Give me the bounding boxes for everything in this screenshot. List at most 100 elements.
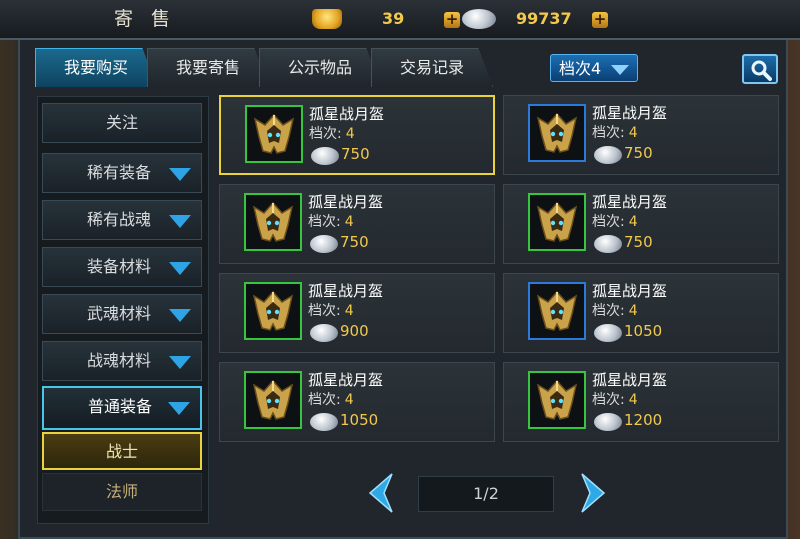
item-tier: 档次: 4 bbox=[592, 300, 638, 320]
search-icon bbox=[751, 60, 772, 81]
prev-page-button[interactable] bbox=[366, 472, 396, 514]
item-listing[interactable]: 孤星战月盔档次: 4 750 bbox=[219, 184, 495, 264]
category-equipment-materials[interactable]: 装备材料 bbox=[42, 247, 202, 287]
item-name: 孤星战月盔 bbox=[308, 193, 384, 211]
silver-coin-icon bbox=[594, 413, 622, 431]
tab-trade-history[interactable]: 交易记录 bbox=[371, 48, 493, 87]
helmet-icon bbox=[536, 201, 578, 242]
item-tier-value: 4 bbox=[628, 214, 638, 230]
subcategory-warrior[interactable]: 战士 bbox=[42, 432, 202, 470]
category-common-equipment[interactable]: 普通装备 bbox=[42, 386, 202, 430]
silver-amount: 99737 bbox=[516, 9, 572, 28]
item-name: 孤星战月盔 bbox=[592, 104, 668, 122]
item-price: 900 bbox=[340, 322, 369, 340]
category-rare-soul[interactable]: 稀有战魂 bbox=[42, 200, 202, 240]
silver-coin-icon bbox=[594, 146, 622, 164]
window-title: 寄 售 bbox=[113, 8, 177, 30]
tab-public-items[interactable]: 公示物品 bbox=[259, 48, 381, 87]
add-silver-button[interactable]: + bbox=[592, 12, 608, 28]
silver-coin-icon bbox=[311, 147, 339, 165]
category-label: 稀有战魂 bbox=[87, 210, 152, 229]
item-tier-prefix: 档次: bbox=[592, 392, 625, 408]
item-tier: 档次: 4 bbox=[308, 300, 354, 320]
helmet-icon bbox=[536, 290, 578, 331]
tab-buy[interactable]: 我要购买 bbox=[35, 48, 157, 87]
item-icon-frame bbox=[528, 371, 586, 429]
item-name: 孤星战月盔 bbox=[592, 371, 668, 389]
add-gold-button[interactable]: + bbox=[444, 12, 460, 28]
item-icon-frame bbox=[244, 193, 302, 251]
category-martial-soul-materials[interactable]: 武魂材料 bbox=[42, 294, 202, 334]
follow-button[interactable]: 关注 bbox=[42, 103, 202, 143]
item-name: 孤星战月盔 bbox=[309, 105, 385, 123]
helmet-icon bbox=[252, 201, 294, 242]
silver-coin-icon bbox=[594, 235, 622, 253]
item-tier-value: 4 bbox=[628, 125, 638, 141]
item-listing[interactable]: 孤星战月盔 档次: 4 750 bbox=[219, 95, 495, 175]
item-tier-prefix: 档次: bbox=[308, 214, 341, 230]
helmet-icon bbox=[253, 113, 295, 154]
item-tier-prefix: 档次: bbox=[592, 214, 625, 230]
silver-ingot-icon bbox=[462, 9, 496, 29]
silver-coin-icon bbox=[594, 324, 622, 342]
chevron-down-icon bbox=[169, 168, 191, 181]
item-tier-prefix: 档次: bbox=[308, 392, 341, 408]
item-listing[interactable]: 孤星战月盔档次: 4 750 bbox=[503, 184, 779, 264]
item-listing[interactable]: 孤星战月盔 档次: 4 1050 bbox=[219, 362, 495, 442]
item-tier-value: 4 bbox=[628, 392, 638, 408]
item-tier-value: 4 bbox=[344, 214, 354, 230]
helmet-icon bbox=[536, 379, 578, 420]
item-price: 750 bbox=[624, 144, 653, 162]
item-price: 750 bbox=[624, 233, 653, 251]
next-page-button[interactable] bbox=[578, 472, 608, 514]
category-rare-equipment[interactable]: 稀有装备 bbox=[42, 153, 202, 193]
tier-dropdown[interactable]: 档次4 bbox=[550, 54, 638, 82]
category-label: 武魂材料 bbox=[87, 304, 152, 323]
item-tier-prefix: 档次: bbox=[592, 125, 625, 141]
item-listing[interactable]: 孤星战月盔 档次: 4 1200 bbox=[503, 362, 779, 442]
item-tier: 档次: 4 bbox=[592, 122, 638, 142]
chevron-down-icon bbox=[169, 262, 191, 275]
item-icon-frame bbox=[244, 282, 302, 340]
item-tier: 档次: 4 bbox=[309, 123, 355, 143]
item-listing[interactable]: 孤星战月盔 档次: 4 1050 bbox=[503, 273, 779, 353]
item-listing[interactable]: 孤星战月盔 档次: 4 750 bbox=[503, 95, 779, 175]
silver-coin-icon bbox=[310, 413, 338, 431]
gold-ingot-icon bbox=[312, 9, 342, 29]
category-label: 普通装备 bbox=[88, 397, 153, 416]
silver-coin-icon bbox=[310, 235, 338, 253]
item-tier: 档次: 4 bbox=[308, 389, 354, 409]
item-price: 1050 bbox=[340, 411, 379, 429]
item-tier-prefix: 档次: bbox=[308, 303, 341, 319]
item-price: 1200 bbox=[624, 411, 663, 429]
item-icon-frame bbox=[528, 193, 586, 251]
item-tier-value: 4 bbox=[344, 392, 354, 408]
item-price: 750 bbox=[341, 145, 370, 163]
item-name: 孤星战月盔 bbox=[308, 282, 384, 300]
item-price: 750 bbox=[340, 233, 369, 251]
chevron-down-icon bbox=[168, 402, 190, 415]
item-icon-frame bbox=[245, 105, 303, 163]
category-label: 战魂材料 bbox=[87, 351, 152, 370]
category-battle-soul-materials[interactable]: 战魂材料 bbox=[42, 341, 202, 381]
search-button[interactable] bbox=[742, 54, 778, 84]
helmet-icon bbox=[252, 379, 294, 420]
item-tier-prefix: 档次: bbox=[309, 126, 342, 142]
item-icon-frame bbox=[528, 282, 586, 340]
tab-sell[interactable]: 我要寄售 bbox=[147, 48, 269, 87]
item-name: 孤星战月盔 bbox=[308, 371, 384, 389]
item-listing[interactable]: 孤星战月盔 档次: 4 900 bbox=[219, 273, 495, 353]
item-tier-prefix: 档次: bbox=[592, 303, 625, 319]
helmet-icon bbox=[536, 112, 578, 153]
item-tier: 档次: 4 bbox=[592, 389, 638, 409]
item-name: 孤星战月盔 bbox=[592, 282, 668, 300]
chevron-down-icon bbox=[169, 215, 191, 228]
tier-dropdown-label: 档次4 bbox=[559, 59, 602, 78]
silver-coin-icon bbox=[310, 324, 338, 342]
helmet-icon bbox=[252, 290, 294, 331]
gold-amount: 39 bbox=[382, 9, 405, 28]
item-tier-value: 4 bbox=[628, 303, 638, 319]
subcategory-mage[interactable]: 法师 bbox=[42, 473, 202, 511]
item-name: 孤星战月盔 bbox=[592, 193, 668, 211]
category-label: 装备材料 bbox=[87, 257, 152, 276]
